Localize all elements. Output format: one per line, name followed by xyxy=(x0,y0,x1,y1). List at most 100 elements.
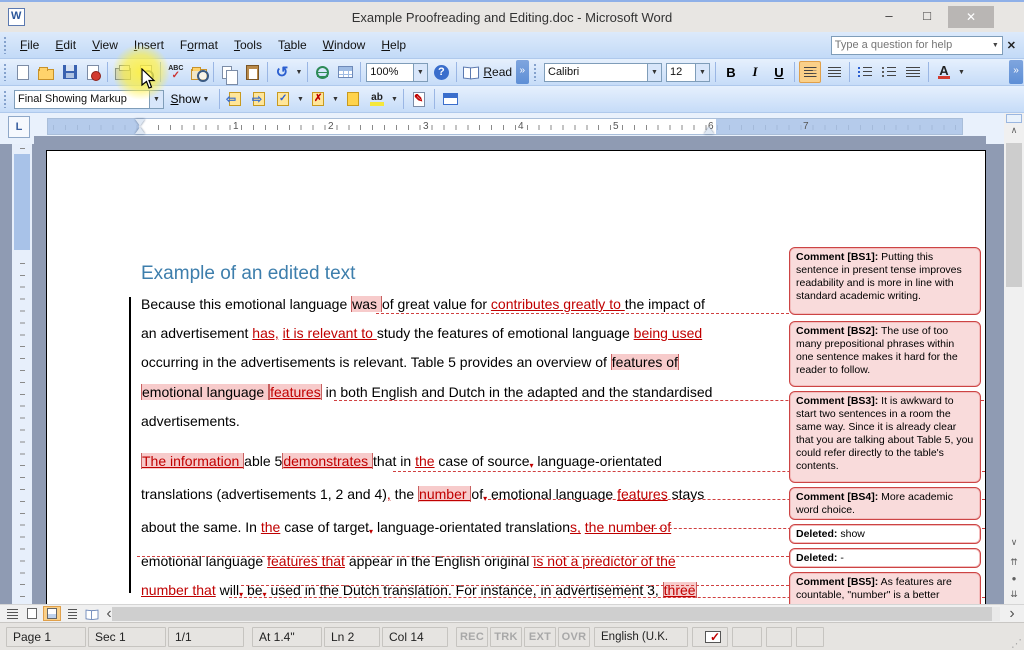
first-line-indent-marker[interactable] xyxy=(135,119,145,126)
font-size-combo[interactable]: 12▼ xyxy=(666,63,710,82)
menu-table[interactable]: Table xyxy=(270,34,315,56)
vertical-ruler[interactable] xyxy=(12,144,32,604)
font-color-dropdown-icon[interactable]: ▼ xyxy=(956,61,967,83)
status-rec-toggle[interactable]: REC xyxy=(456,627,488,647)
select-browse-object-icon[interactable]: ● xyxy=(1004,574,1024,583)
horizontal-scrollbar-thumb[interactable] xyxy=(112,607,992,621)
status-language[interactable]: English (U.K. xyxy=(594,627,688,647)
menubar-close-icon[interactable]: ✕ xyxy=(1007,39,1016,52)
tab-stop-selector[interactable]: L xyxy=(8,116,30,138)
comment-balloon[interactable]: Comment [BS1]: Putting this sentence in … xyxy=(789,247,981,315)
scroll-up-icon[interactable]: ∧ xyxy=(1004,125,1024,136)
permission-button[interactable] xyxy=(82,61,103,83)
increase-indent-button[interactable] xyxy=(902,61,924,83)
accept-change-button[interactable]: ✓ xyxy=(272,88,294,110)
toolbar-drag-handle[interactable] xyxy=(533,63,538,81)
spelling-button[interactable]: ABC✓ xyxy=(165,61,186,83)
new-document-button[interactable] xyxy=(13,61,34,83)
document-page[interactable]: Example of an edited text Because this e… xyxy=(46,150,986,606)
open-button[interactable] xyxy=(36,61,57,83)
research-button[interactable] xyxy=(188,61,209,83)
copy-button[interactable] xyxy=(218,61,239,83)
display-for-review-combo[interactable]: Final Showing Markup▼ xyxy=(14,90,164,109)
help-question-input[interactable] xyxy=(832,39,982,51)
bold-button[interactable]: B xyxy=(720,61,742,83)
track-changes-button[interactable]: ✎ xyxy=(408,88,430,110)
status-trk-toggle[interactable]: TRK xyxy=(490,627,522,647)
toolbar-drag-handle[interactable] xyxy=(3,90,8,108)
align-center-button[interactable] xyxy=(823,61,845,83)
highlight-button[interactable]: ab xyxy=(366,88,388,110)
menu-format[interactable]: Format xyxy=(172,34,226,56)
vertical-scrollbar[interactable]: ∧ ∨ ⇈ ● ⇊ xyxy=(1004,113,1024,604)
previous-change-button[interactable]: ⇦ xyxy=(224,88,246,110)
insert-hyperlink-button[interactable] xyxy=(312,61,333,83)
toolbar-drag-handle[interactable] xyxy=(3,36,8,54)
comment-balloon[interactable]: Comment [BS2]: The use of too many prepo… xyxy=(789,321,981,387)
font-name-combo[interactable]: Calibri▼ xyxy=(544,63,662,82)
toolbar-drag-handle[interactable] xyxy=(3,63,8,81)
insert-table-button[interactable] xyxy=(335,61,356,83)
menu-view[interactable]: View xyxy=(84,34,126,56)
right-indent-marker[interactable] xyxy=(704,127,714,134)
outline-view-button[interactable] xyxy=(63,606,81,621)
help-question-box[interactable]: ▼ xyxy=(831,36,1003,55)
scroll-right-icon[interactable]: › xyxy=(1003,606,1021,621)
reviewing-pane-button[interactable] xyxy=(439,88,461,110)
chevron-down-icon[interactable]: ▼ xyxy=(989,42,1002,49)
menu-insert[interactable]: Insert xyxy=(126,34,172,56)
comment-balloon[interactable]: Comment [BS4]: More academic word choice… xyxy=(789,487,981,520)
paste-button[interactable] xyxy=(242,61,263,83)
help-button[interactable]: ? xyxy=(431,61,452,83)
next-page-icon[interactable]: ⇊ xyxy=(1004,589,1024,600)
web-layout-view-button[interactable] xyxy=(23,606,41,621)
menu-window[interactable]: Window xyxy=(315,34,374,56)
maximize-button[interactable]: □ xyxy=(912,6,942,28)
status-ext-toggle[interactable]: EXT xyxy=(524,627,556,647)
resize-grip[interactable]: ⋰ xyxy=(1011,637,1022,650)
status-spellcheck-cell[interactable] xyxy=(692,627,728,647)
highlight-dropdown-icon[interactable]: ▼ xyxy=(389,88,400,110)
underline-button[interactable]: U xyxy=(768,61,790,83)
horizontal-scrollbar-track[interactable] xyxy=(112,607,1000,621)
split-window-handle[interactable] xyxy=(1006,114,1022,123)
menu-tools[interactable]: Tools xyxy=(226,34,270,56)
italic-button[interactable]: I xyxy=(744,61,766,83)
status-ovr-toggle[interactable]: OVR xyxy=(558,627,590,647)
next-change-button[interactable]: ⇨ xyxy=(248,88,270,110)
zoom-combo[interactable]: 100%▼ xyxy=(366,63,428,82)
menu-edit[interactable]: Edit xyxy=(47,34,84,56)
minimize-button[interactable]: – xyxy=(874,6,904,28)
reject-change-dropdown-icon[interactable]: ▼ xyxy=(330,88,341,110)
toolbar-overflow-icon[interactable]: » xyxy=(1009,60,1023,84)
normal-view-button[interactable] xyxy=(3,606,21,621)
save-button[interactable] xyxy=(59,61,80,83)
accept-change-dropdown-icon[interactable]: ▼ xyxy=(295,88,306,110)
reject-change-button[interactable]: ✗ xyxy=(307,88,329,110)
hanging-indent-marker[interactable] xyxy=(135,127,145,134)
undo-button[interactable]: ↺ xyxy=(272,61,293,83)
previous-page-icon[interactable]: ⇈ xyxy=(1004,557,1024,568)
numbered-list-button[interactable] xyxy=(854,61,876,83)
undo-dropdown-icon[interactable]: ▼ xyxy=(294,61,305,83)
comment-balloon[interactable]: Comment [BS5]: As features are countable… xyxy=(789,572,981,606)
bullet-list-button[interactable] xyxy=(878,61,900,83)
deleted-balloon[interactable]: Deleted: - xyxy=(789,548,981,568)
close-button[interactable]: ✕ xyxy=(948,6,994,28)
horizontal-ruler[interactable]: 1234567 xyxy=(47,118,963,135)
comment-balloon[interactable]: Comment [BS3]: It is awkward to start tw… xyxy=(789,391,981,483)
toolbar-overflow-icon[interactable]: » xyxy=(516,60,529,84)
scroll-down-icon[interactable]: ∨ xyxy=(1004,537,1024,548)
print-button[interactable] xyxy=(112,61,133,83)
deleted-balloon[interactable]: Deleted: show xyxy=(789,524,981,544)
vertical-scrollbar-thumb[interactable] xyxy=(1006,143,1022,287)
menu-help[interactable]: Help xyxy=(373,34,414,56)
font-color-button[interactable]: A xyxy=(933,61,955,83)
align-left-button[interactable] xyxy=(799,61,821,83)
menu-file[interactable]: File xyxy=(12,34,47,56)
print-layout-view-button[interactable] xyxy=(43,606,61,621)
reading-layout-view-button[interactable] xyxy=(83,606,101,621)
show-menu-button[interactable]: Show▼ xyxy=(167,88,215,110)
read-button[interactable]: Read xyxy=(461,61,515,83)
insert-comment-button[interactable] xyxy=(342,88,364,110)
